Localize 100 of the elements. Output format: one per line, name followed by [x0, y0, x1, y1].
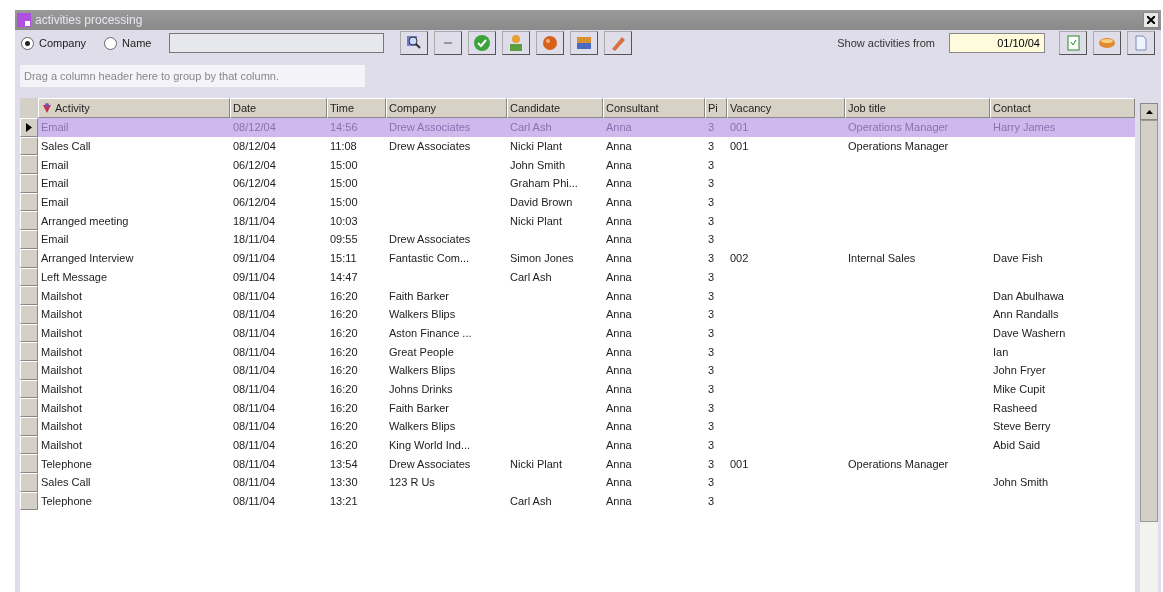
table-cell-text: 16:20 — [329, 381, 359, 397]
table-cell-text: Dan Abulhawa — [992, 288, 1065, 304]
table-cell-text: Harry James — [992, 120, 1057, 136]
scroll-up-button[interactable] — [1140, 103, 1158, 120]
table-cell-text: Anna — [605, 213, 633, 229]
column-header[interactable]: Pi — [705, 98, 727, 118]
table-cell-text: 18/11/04 — [232, 213, 276, 229]
table-cell-text: Mailshot — [40, 400, 83, 416]
table-cell-text: Mailshot — [40, 381, 83, 397]
table-cell-text: Mailshot — [40, 363, 83, 379]
table-cell-text: 16:20 — [329, 344, 359, 360]
table-cell-text: Anna — [605, 120, 633, 136]
table-cell-text: Anna — [605, 400, 633, 416]
column-header[interactable]: Consultant — [603, 98, 705, 118]
toolbar-button[interactable] — [536, 31, 565, 55]
table-cell-text: 08/11/04 — [232, 475, 276, 491]
table-cell-text: Drew Associates — [388, 139, 472, 155]
table-cell-text: 08/11/04 — [232, 419, 276, 435]
table-cell-text: 001 — [729, 456, 750, 472]
table-cell-text: 08/11/04 — [232, 307, 276, 323]
table-cell-text: David Brown — [509, 195, 574, 211]
scroll-thumb[interactable] — [1140, 120, 1158, 522]
column-title: Activity — [55, 102, 90, 114]
row-header[interactable] — [20, 118, 38, 137]
table-cell-text: Walkers Blips — [388, 307, 457, 323]
table-cell-text: Walkers Blips — [388, 419, 457, 435]
table-cell-text: Fantastic Com... — [388, 251, 471, 267]
scrollbar[interactable] — [1140, 103, 1158, 592]
column-header[interactable]: Job title — [845, 98, 990, 118]
table-cell-text: Email — [40, 232, 70, 248]
column-header[interactable]: Candidate — [507, 98, 603, 118]
row-pointer-icon — [26, 122, 32, 132]
toolbar-button[interactable] — [1059, 31, 1087, 55]
table-cell-text: 3 — [707, 381, 716, 397]
table-cell-text: 08/11/04 — [232, 438, 276, 454]
table-cell-text: Aston Finance ... — [388, 325, 473, 341]
column-header[interactable]: Time — [327, 98, 386, 118]
table-cell-text: Anna — [605, 176, 633, 192]
table-cell-text: John Smith — [509, 157, 567, 173]
table-cell-text: 06/12/04 — [232, 157, 277, 173]
toolbar-button[interactable] — [570, 31, 599, 55]
table-cell-text: Dave Fish — [992, 251, 1044, 267]
table-cell-text: 11:08 — [329, 139, 358, 155]
table-cell-text: Mailshot — [40, 344, 83, 360]
window-title: activities processing — [35, 13, 144, 27]
table-cell-text: 15:00 — [329, 195, 359, 211]
radio-option[interactable]: Name — [104, 36, 152, 50]
table-cell-text: 3 — [707, 456, 716, 472]
toolbar-button[interactable] — [1127, 31, 1155, 55]
table-cell-text: 001 — [729, 120, 750, 136]
table-cell-text: 08/11/04 — [232, 344, 276, 360]
table-cell-text: Johns Drinks — [388, 381, 454, 397]
table-cell-text: Nicki Plant — [509, 456, 563, 472]
column-header[interactable]: Date — [230, 98, 327, 118]
toolbar-button[interactable] — [502, 31, 531, 55]
table-cell-text: Anna — [605, 139, 633, 155]
table-cell-text: Operations Manager — [847, 139, 950, 155]
table-cell-text: 14:47 — [329, 269, 359, 285]
toolbar-button[interactable] — [468, 31, 497, 55]
table-cell-text: Graham Phi... — [509, 176, 579, 192]
close-button[interactable] — [1143, 12, 1159, 28]
table-cell-text: Anna — [605, 456, 633, 472]
table-cell-text: 06/12/04 — [232, 195, 277, 211]
table-cell-text: 16:20 — [329, 438, 359, 454]
table-cell-text: Anna — [605, 381, 633, 397]
table-cell-text: 08/11/04 — [232, 288, 276, 304]
table-cell-text: Drew Associates — [388, 232, 472, 248]
column-header[interactable]: Company — [386, 98, 507, 118]
group-by-panel: Drag a column header here to group by that column. — [20, 65, 365, 87]
table-cell-text: 13:21 — [329, 494, 359, 510]
table-cell-text: 09:55 — [329, 232, 359, 248]
table-cell-text: Anna — [605, 344, 633, 360]
table-cell-text: 18/11/04 — [232, 232, 276, 248]
search-field[interactable] — [169, 33, 385, 53]
column-header[interactable]: Activity — [38, 98, 230, 118]
toolbar-button[interactable] — [400, 31, 429, 55]
column-header[interactable]: Contact — [990, 98, 1135, 118]
table-cell-text: Arranged meeting — [40, 213, 130, 229]
toolbar-button[interactable] — [434, 31, 463, 55]
table-cell-text: Carl Ash — [509, 120, 553, 136]
table-cell-text: 3 — [707, 494, 716, 510]
column-header[interactable]: Vacancy — [727, 98, 845, 118]
toolbar-button[interactable] — [604, 31, 633, 55]
table-cell-text: 14:56 — [329, 120, 359, 136]
table-cell-text: Great People — [388, 344, 455, 360]
radio-option[interactable]: Company — [21, 36, 87, 50]
table-cell-text: 3 — [707, 363, 716, 379]
table-cell-text: Anna — [605, 438, 633, 454]
date-field[interactable]: 01/10/04 — [949, 33, 1045, 53]
table-cell-text: 3 — [707, 232, 716, 248]
table-cell-text: Telephone — [40, 494, 93, 510]
table-cell-text: 08/11/04 — [232, 363, 276, 379]
toolbar-button[interactable] — [1093, 31, 1121, 55]
table-cell-text: 3 — [707, 213, 716, 229]
table-cell-text: 08/11/04 — [232, 381, 276, 397]
table-cell-text: Sales Call — [40, 475, 92, 491]
table-cell-text: Operations Manager — [847, 456, 950, 472]
table-cell-text: 15:11 — [329, 251, 358, 267]
table-cell-text: 09/11/04 — [232, 269, 276, 285]
table-cell-text: 3 — [707, 269, 716, 285]
